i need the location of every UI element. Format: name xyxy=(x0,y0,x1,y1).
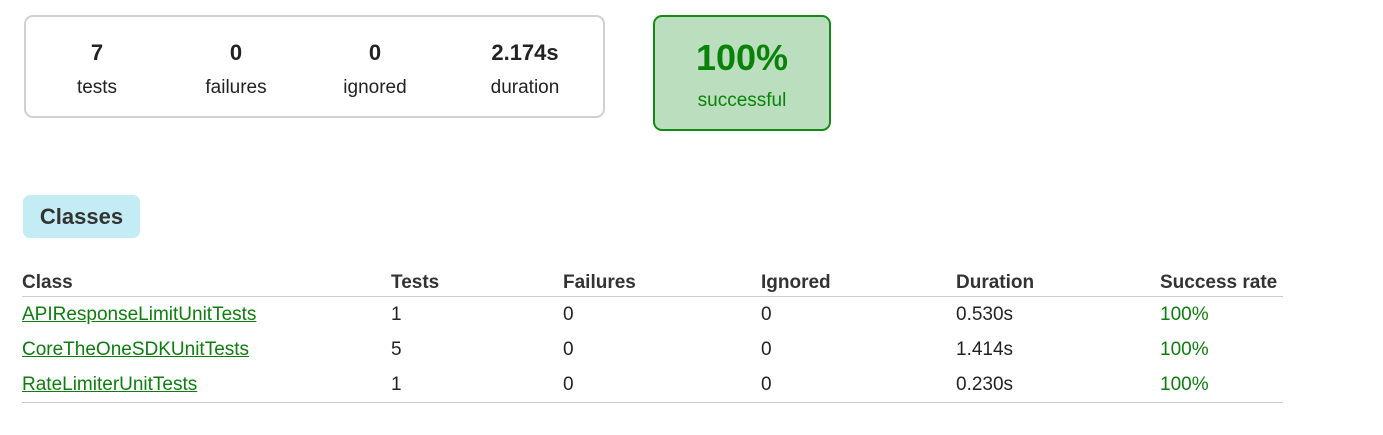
class-cell: RateLimiterUnitTests xyxy=(22,367,391,403)
success-rate-box: 100% successful xyxy=(653,15,831,131)
ignored-cell: 0 xyxy=(761,338,772,360)
success-rate-cell: 100% xyxy=(1160,303,1209,325)
duration-counter: 2.174s duration xyxy=(460,39,590,101)
failures-counter: 0 failures xyxy=(171,39,301,101)
duration-label: duration xyxy=(490,77,560,98)
header-class: Class xyxy=(22,268,391,297)
success-label: successful xyxy=(697,90,787,111)
class-link[interactable]: APIResponseLimitUnitTests xyxy=(22,304,256,325)
class-cell: CoreTheOneSDKUnitTests xyxy=(22,332,391,367)
success-rate-cell: 100% xyxy=(1160,367,1283,403)
failures-label: failures xyxy=(205,77,267,98)
table-row: CoreTheOneSDKUnitTests 5 0 0 1.414s 100% xyxy=(22,332,1283,367)
class-link[interactable]: CoreTheOneSDKUnitTests xyxy=(22,339,249,360)
table-row: RateLimiterUnitTests 1 0 0 0.230s 100% xyxy=(22,367,1283,403)
header-duration: Duration xyxy=(956,268,1160,297)
ignored-label: ignored xyxy=(343,77,407,98)
ignored-count: 0 xyxy=(368,40,382,65)
tests-cell: 5 xyxy=(391,338,402,360)
tests-label: tests xyxy=(76,77,118,98)
tab-classes[interactable]: Classes xyxy=(23,195,140,238)
failures-cell: 0 xyxy=(563,303,574,325)
ignored-cell: 0 xyxy=(761,303,772,325)
tests-cell: 1 xyxy=(391,367,563,403)
table-header-row: Class Tests Failures Ignored Duration Su… xyxy=(22,268,1283,297)
duration-cell: 0.530s xyxy=(956,303,1014,325)
header-ignored: Ignored xyxy=(761,268,956,297)
failures-cell: 0 xyxy=(563,338,574,360)
class-cell: APIResponseLimitUnitTests xyxy=(22,297,391,333)
tests-counter: 7 tests xyxy=(32,39,162,101)
success-rate-cell: 100% xyxy=(1160,338,1209,360)
class-link[interactable]: RateLimiterUnitTests xyxy=(22,374,197,395)
duration-cell: 1.414s xyxy=(956,338,1014,360)
duration-value: 2.174s xyxy=(491,40,559,65)
failures-count: 0 xyxy=(229,40,243,65)
success-percentage: 100% xyxy=(695,37,789,78)
ignored-counter: 0 ignored xyxy=(310,39,440,101)
header-success-rate: Success rate xyxy=(1160,268,1283,297)
tests-cell: 1 xyxy=(391,303,402,325)
failures-cell: 0 xyxy=(563,367,761,403)
duration-cell: 0.230s xyxy=(956,367,1160,403)
header-failures: Failures xyxy=(563,268,761,297)
header-tests: Tests xyxy=(391,268,563,297)
summary-counters: 7 tests 0 failures 0 ignored 2.174s dura… xyxy=(24,15,605,118)
classes-table: Class Tests Failures Ignored Duration Su… xyxy=(22,268,1283,403)
tests-count: 7 xyxy=(90,40,104,65)
table-row: APIResponseLimitUnitTests 1 0 0 0.530s 1… xyxy=(22,297,1283,333)
ignored-cell: 0 xyxy=(761,367,956,403)
